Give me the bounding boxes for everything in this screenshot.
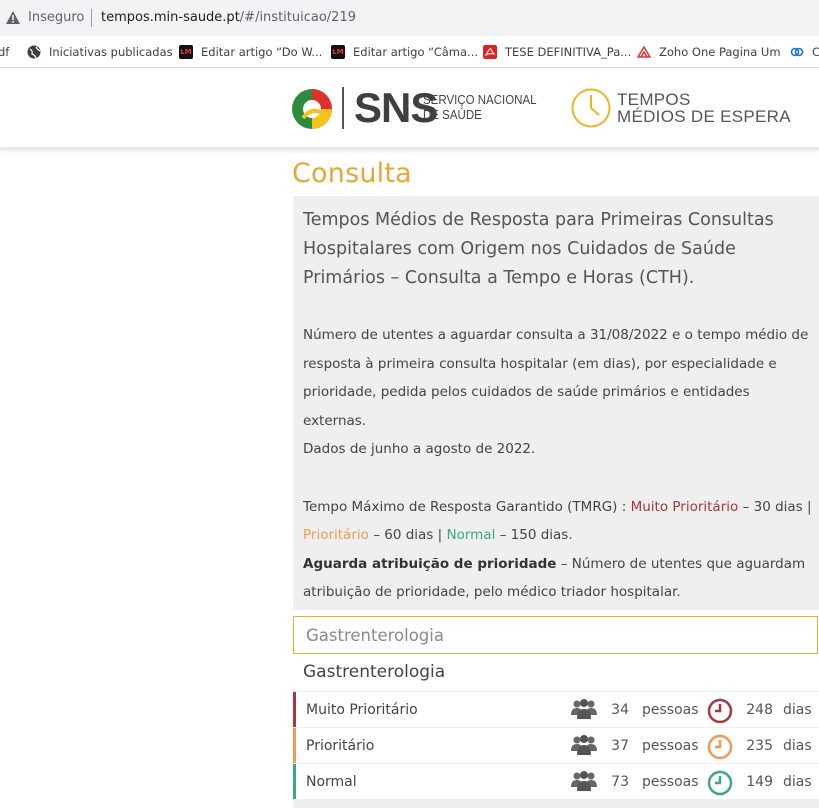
site-header: SNS SERVIÇO NACIONAL DE SAÚDE TEMPOS MÉD…	[0, 68, 819, 150]
priority-label: Normal	[306, 774, 357, 790]
priority-label: Muito Prioritário	[306, 702, 418, 718]
bookmark-label: TESE DEFINITIVA_Pa...	[505, 45, 632, 59]
tmrg-n-days: – 150 dias.	[495, 527, 573, 544]
sns-subtitle-line: DE SAÚDE	[423, 108, 482, 122]
bookmark-item[interactable]: LM Editar artigo “Câma...	[331, 43, 478, 61]
lm-icon: LM	[179, 45, 193, 59]
globe-icon	[27, 45, 41, 59]
info-paragraph: Número de utentes a aguardar consulta a …	[303, 327, 809, 429]
days-count: 235	[746, 738, 773, 754]
bookmark-item[interactable]: df	[0, 43, 9, 61]
url-text[interactable]: tempos.min-saude.pt/#/instituicao/219	[101, 10, 356, 25]
logo-divider	[342, 87, 344, 129]
priority-table: Muito Prioritário 34 pessoas 248 dias Pr…	[293, 691, 819, 800]
await-paragraph: Aguarda atribuição de prioridade – Númer…	[303, 550, 815, 607]
people-icon	[571, 735, 597, 755]
people-icon	[571, 771, 597, 791]
people-count: 73	[611, 774, 629, 790]
tempos-wordmark: TEMPOS MÉDIOS DE ESPERA	[617, 91, 791, 125]
tmrg-p-days: – 60 dias |	[368, 527, 447, 544]
tempos-line: MÉDIOS DE ESPERA	[617, 107, 791, 126]
people-unit: pessoas	[642, 774, 699, 790]
people-icon	[571, 699, 597, 719]
bookmark-item[interactable]: C	[790, 43, 819, 61]
sns-subtitle: SERVIÇO NACIONAL DE SAÚDE	[423, 93, 537, 123]
people-unit: pessoas	[642, 738, 699, 754]
days-unit: dias	[783, 774, 812, 790]
pdf-icon	[483, 45, 497, 59]
clock-icon	[707, 770, 733, 796]
bookmark-label: Zoho One Pagina Um	[659, 45, 781, 59]
info-paragraph: Dados de junho a agosto de 2022.	[303, 441, 536, 458]
specialty-select[interactable]: Gastrenterologia	[293, 616, 818, 654]
table-footer-band	[293, 799, 819, 808]
link-icon	[790, 47, 804, 57]
days-count: 248	[746, 702, 773, 718]
clock-logo-icon[interactable]	[571, 88, 611, 128]
sns-logo-icon[interactable]	[291, 88, 333, 130]
page-title: Consulta	[292, 158, 412, 189]
bookmark-label: Editar artigo “Do W...	[201, 45, 323, 59]
bookmark-item[interactable]: Iniciativas publicadas	[27, 43, 173, 61]
clock-icon	[707, 734, 733, 760]
specialty-select-value: Gastrenterologia	[306, 626, 444, 645]
days-unit: dias	[783, 702, 812, 718]
bookmark-label: Iniciativas publicadas	[49, 45, 173, 59]
bookmark-item[interactable]: Zoho One Pagina Um	[637, 43, 781, 61]
clock-icon	[707, 698, 733, 724]
priority-row: Normal 73 pessoas 149 dias	[293, 763, 819, 800]
specialty-title: Gastrenterologia	[303, 662, 446, 682]
bookmark-item[interactable]: TESE DEFINITIVA_Pa...	[483, 43, 631, 61]
lm-icon: LM	[331, 45, 345, 59]
bookmark-label: C	[812, 45, 819, 59]
priority-row: Muito Prioritário 34 pessoas 248 dias	[293, 691, 819, 728]
url-host: tempos.min-saude.pt	[101, 10, 240, 25]
tempos-line: TEMPOS	[617, 90, 691, 109]
warning-icon	[6, 11, 20, 24]
sns-subtitle-line: SERVIÇO NACIONAL	[423, 93, 537, 107]
people-count: 34	[611, 702, 629, 718]
priority-color-bar	[293, 764, 296, 800]
bookmark-label: Editar artigo “Câma...	[353, 45, 479, 59]
address-divider	[91, 9, 92, 27]
days-unit: dias	[783, 738, 812, 754]
bookmark-item[interactable]: LM Editar artigo “Do W...	[179, 43, 322, 61]
info-heading: Tempos Médios de Resposta para Primeiras…	[303, 210, 774, 288]
tmrg-prioritario: Prioritário	[303, 527, 369, 544]
security-label[interactable]: Inseguro	[28, 10, 84, 25]
address-bar[interactable]: Inseguro tempos.min-saude.pt/#/instituic…	[0, 0, 819, 36]
url-path: /#/instituicao/219	[239, 10, 356, 25]
tmrg-mp-days: – 30 dias |	[738, 498, 812, 515]
tmrg-intro: Tempo Máximo de Resposta Garantido (TMRG…	[303, 498, 631, 515]
bookmarks-bar: df Iniciativas publicadas LM Editar arti…	[0, 36, 819, 68]
info-body: Número de utentes a aguardar consulta a …	[303, 321, 815, 607]
tmrg-paragraph: Tempo Máximo de Resposta Garantido (TMRG…	[303, 493, 815, 550]
people-count: 37	[611, 738, 629, 754]
days-count: 149	[746, 774, 773, 790]
bookmark-label: df	[0, 45, 10, 59]
tmrg-muito-prioritario: Muito Prioritário	[630, 498, 739, 515]
info-panel: Tempos Médios de Resposta para Primeiras…	[293, 196, 819, 610]
people-unit: pessoas	[642, 702, 699, 718]
zoho-icon	[637, 45, 651, 58]
priority-color-bar	[293, 692, 296, 728]
priority-row: Prioritário 37 pessoas 235 dias	[293, 727, 819, 764]
await-bold: Aguarda atribuição de prioridade	[303, 555, 557, 572]
priority-color-bar	[293, 728, 296, 764]
priority-label: Prioritário	[306, 738, 375, 754]
tmrg-normal: Normal	[446, 527, 496, 544]
